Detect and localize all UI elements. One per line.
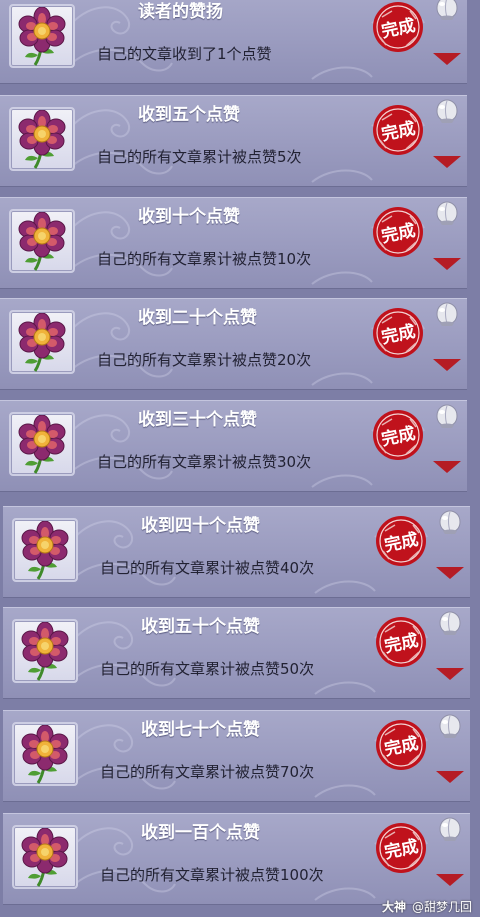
flower-icon <box>9 209 75 273</box>
peach-icon[interactable] <box>437 713 463 743</box>
completed-stamp-icon: 完成 <box>373 820 429 880</box>
achievement-title: 收到七十个点赞 <box>141 720 260 740</box>
watermark: 大神 @甜梦几回 <box>382 898 472 915</box>
achievement-list: 读者的赞扬 自己的文章收到了1个点赞 完成 收到五个点赞 自己的所有文章累计被点… <box>0 0 480 917</box>
peach-icon[interactable] <box>434 403 460 433</box>
achievement-title: 收到五个点赞 <box>138 105 240 125</box>
peach-icon[interactable] <box>437 610 463 640</box>
achievement-title: 收到五十个点赞 <box>141 617 260 637</box>
peach-icon[interactable] <box>434 200 460 230</box>
achievement-card[interactable]: 收到二十个点赞自己的所有文章累计被点赞20次 完成 <box>0 298 467 390</box>
flower-icon <box>12 619 78 683</box>
achievement-description: 自己的所有文章累计被点赞30次 <box>97 453 312 471</box>
triangle-down-icon[interactable] <box>436 567 464 579</box>
achievement-description: 自己的所有文章累计被点赞10次 <box>97 250 312 268</box>
flower-icon <box>12 825 78 889</box>
achievement-card[interactable]: 收到四十个点赞自己的所有文章累计被点赞40次 完成 <box>3 506 470 598</box>
achievement-description: 自己的所有文章累计被点赞20次 <box>97 351 312 369</box>
completed-stamp-icon: 完成 <box>370 102 426 162</box>
peach-icon[interactable] <box>434 0 460 25</box>
achievement-title: 收到二十个点赞 <box>138 308 257 328</box>
triangle-down-icon[interactable] <box>433 53 461 65</box>
achievement-card[interactable]: 读者的赞扬自己的文章收到了1个点赞 完成 <box>0 0 467 84</box>
peach-icon[interactable] <box>434 98 460 128</box>
completed-stamp-icon: 完成 <box>373 717 429 777</box>
achievement-description: 自己的所有文章累计被点赞40次 <box>100 559 315 577</box>
completed-stamp-icon: 完成 <box>373 614 429 674</box>
achievement-description: 自己的文章收到了1个点赞 <box>97 45 272 63</box>
triangle-down-icon[interactable] <box>436 874 464 886</box>
peach-icon[interactable] <box>437 816 463 846</box>
achievement-title: 收到一百个点赞 <box>141 823 260 843</box>
triangle-down-icon[interactable] <box>433 461 461 473</box>
achievement-card[interactable]: 收到五十个点赞自己的所有文章累计被点赞50次 完成 <box>3 607 470 699</box>
achievement-description: 自己的所有文章累计被点赞50次 <box>100 660 315 678</box>
achievement-card[interactable]: 收到三十个点赞自己的所有文章累计被点赞30次 完成 <box>0 400 467 492</box>
flower-icon <box>9 4 75 68</box>
triangle-down-icon[interactable] <box>433 258 461 270</box>
triangle-down-icon[interactable] <box>436 668 464 680</box>
achievement-title: 收到三十个点赞 <box>138 410 257 430</box>
achievement-title: 收到十个点赞 <box>138 207 240 227</box>
achievement-card[interactable]: 收到十个点赞自己的所有文章累计被点赞10次 完成 <box>0 197 467 289</box>
achievement-description: 自己的所有文章累计被点赞70次 <box>100 763 315 781</box>
watermark-handle: @甜梦几回 <box>411 900 472 914</box>
achievement-title: 收到四十个点赞 <box>141 516 260 536</box>
achievement-card[interactable]: 收到七十个点赞自己的所有文章累计被点赞70次 完成 <box>3 710 470 802</box>
flower-icon <box>9 412 75 476</box>
flower-icon <box>12 722 78 786</box>
peach-icon[interactable] <box>434 301 460 331</box>
completed-stamp-icon: 完成 <box>373 513 429 573</box>
flower-icon <box>9 107 75 171</box>
achievement-card[interactable]: 收到五个点赞自己的所有文章累计被点赞5次 完成 <box>0 95 467 187</box>
flower-icon <box>9 310 75 374</box>
completed-stamp-icon: 完成 <box>370 0 426 59</box>
flower-icon <box>12 518 78 582</box>
completed-stamp-icon: 完成 <box>370 204 426 264</box>
achievement-title: 读者的赞扬 <box>138 2 223 22</box>
achievement-card[interactable]: 收到一百个点赞自己的所有文章累计被点赞100次 完成 <box>3 813 470 905</box>
completed-stamp-icon: 完成 <box>370 305 426 365</box>
achievement-description: 自己的所有文章累计被点赞100次 <box>100 866 324 884</box>
peach-icon[interactable] <box>437 509 463 539</box>
completed-stamp-icon: 完成 <box>370 407 426 467</box>
triangle-down-icon[interactable] <box>436 771 464 783</box>
triangle-down-icon[interactable] <box>433 359 461 371</box>
triangle-down-icon[interactable] <box>433 156 461 168</box>
watermark-brand: 大神 <box>381 900 406 914</box>
achievement-description: 自己的所有文章累计被点赞5次 <box>97 148 302 166</box>
